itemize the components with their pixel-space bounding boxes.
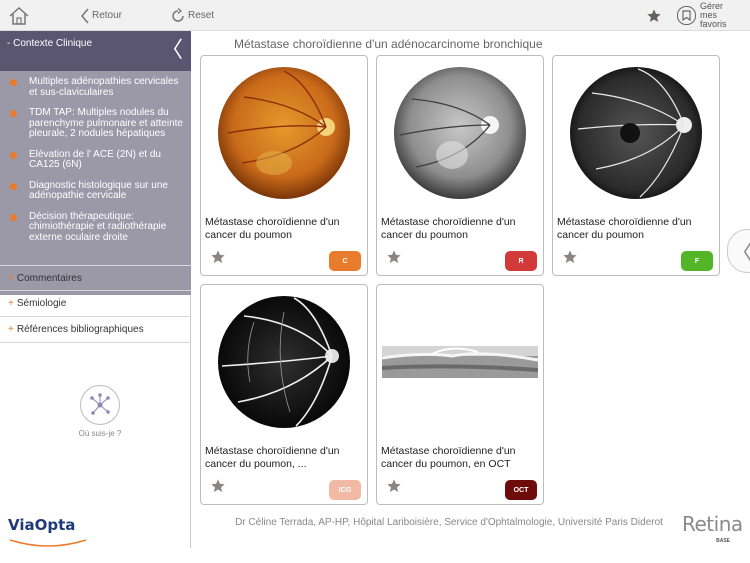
logo-text: ViaOpta — [8, 516, 76, 534]
bookmark-icon — [677, 6, 696, 25]
list-item: TDM TAP: Multiples nodules du parenchyme… — [10, 107, 185, 140]
favorite-star-icon[interactable] — [562, 249, 578, 270]
image-card[interactable]: Métastase choroïdienne d'un cancer du po… — [376, 284, 544, 505]
list-item-text: Diagnostic histologique sur une adénopat… — [29, 179, 168, 201]
image-card[interactable]: Métastase choroïdienne d'un cancer du po… — [552, 55, 720, 276]
plus-icon: + — [8, 298, 14, 309]
bullet-icon — [10, 182, 17, 190]
accordion-references[interactable]: + Références bibliographiques — [0, 317, 191, 343]
red-free-fundus-image — [377, 56, 543, 210]
card-caption: Métastase choroïdienne d'un cancer du po… — [381, 216, 516, 241]
page-title: Métastase choroïdienne d'un adénocarcino… — [234, 37, 543, 51]
chevron-left-icon: 〈 — [731, 235, 750, 267]
favorite-star-icon[interactable] — [210, 249, 226, 270]
chevron-left-icon — [81, 8, 89, 23]
list-item: Diagnostic histologique sur une adénopat… — [10, 179, 185, 202]
accordion-label: Commentaires — [16, 273, 82, 284]
card-caption: Métastase choroïdienne d'un cancer du po… — [205, 216, 340, 241]
brand-text: Retina — [682, 512, 743, 536]
image-card[interactable]: Métastase choroïdienne d'un cancer du po… — [376, 55, 544, 276]
clinical-context-header[interactable]: - Contexte Clinique 〈 — [0, 31, 191, 71]
where-am-i-button[interactable]: Où suis-je ? — [69, 385, 131, 438]
top-bar: Retour Reset Gérer mes favoris — [0, 0, 750, 31]
home-icon — [9, 6, 29, 25]
image-card[interactable]: Métastase choroïdienne d'un cancer du po… — [200, 55, 368, 276]
manage-favorites-button[interactable]: Gérer mes favoris — [677, 0, 740, 31]
where-am-i-label: Où suis-je ? — [78, 429, 122, 438]
card-caption: Métastase choroïdienne d'un cancer du po… — [557, 216, 692, 241]
back-label: Retour — [92, 10, 123, 21]
accordion-semiology[interactable]: + Sémiologie — [0, 291, 191, 317]
color-fundus-image — [201, 56, 367, 210]
favorite-star-icon[interactable] — [386, 478, 402, 499]
back-button[interactable]: Retour — [80, 0, 122, 31]
clinical-context-list: Multiples adénopathies cervicales et sus… — [0, 71, 191, 295]
reset-button[interactable]: Reset — [170, 0, 214, 31]
favorite-button[interactable] — [646, 0, 662, 31]
list-item: Elévation de l' ACE (2N) et du CA125 (6N… — [10, 148, 185, 171]
credit-text: Dr Céline Terrada, AP-HP, Hôpital Laribo… — [235, 517, 663, 528]
bullet-icon — [10, 79, 17, 86]
modality-badge: OCT — [505, 480, 537, 500]
bullet-icon — [10, 213, 17, 221]
modality-badge: C — [329, 251, 361, 271]
list-item-text: Elévation de l' ACE (2N) et du CA125 (6N… — [29, 148, 161, 170]
icg-angiogram-image — [201, 285, 367, 439]
fluorescein-angiogram-image — [553, 56, 719, 210]
accordion-label: Sémiologie — [16, 298, 67, 309]
plus-icon: + — [8, 324, 14, 335]
clinical-context-title: - Contexte Clinique — [7, 38, 93, 49]
network-icon — [80, 385, 120, 425]
card-caption: Métastase choroïdienne d'un cancer du po… — [381, 445, 516, 470]
list-item-text: Multiples adénopathies cervicales et sus… — [29, 76, 179, 98]
next-page-button[interactable]: 〈 — [727, 229, 750, 273]
reset-label: Reset — [188, 10, 215, 21]
star-icon — [647, 8, 661, 22]
list-item-text: Décision thérapeutique: chimiothérapie e… — [29, 210, 167, 243]
modality-badge: R — [505, 251, 537, 271]
oct-scan-image — [377, 285, 543, 439]
list-item: Multiples adénopathies cervicales et sus… — [10, 76, 185, 98]
modality-badge: ICG — [329, 480, 361, 500]
bullet-icon — [10, 110, 17, 117]
list-item: Décision thérapeutique: chimiothérapie e… — [10, 210, 185, 244]
accordion-label: Références bibliographiques — [16, 324, 144, 335]
favorite-star-icon[interactable] — [210, 478, 226, 499]
manage-favorites-label: Gérer mes favoris — [700, 1, 727, 29]
bullet-icon — [10, 151, 17, 159]
retina-base-logo: Retina BASE — [682, 512, 748, 548]
brand-sub-text: BASE — [716, 538, 730, 544]
accordion-comments[interactable]: + Commentaires — [0, 265, 191, 291]
viaopta-logo: ViaOpta — [8, 516, 88, 548]
home-button[interactable] — [8, 0, 30, 31]
collapse-chevron-icon[interactable]: 〈 — [161, 40, 183, 62]
card-caption: Métastase choroïdienne d'un cancer du po… — [205, 445, 340, 470]
favorite-star-icon[interactable] — [386, 249, 402, 270]
image-card[interactable]: Métastase choroïdienne d'un cancer du po… — [200, 284, 368, 505]
sidebar: - Contexte Clinique 〈 Multiples adénopat… — [0, 31, 191, 548]
plus-icon: + — [8, 273, 14, 284]
refresh-icon — [172, 7, 184, 22]
modality-badge: F — [681, 251, 713, 271]
list-item-text: TDM TAP: Multiples nodules du parenchyme… — [29, 107, 183, 139]
